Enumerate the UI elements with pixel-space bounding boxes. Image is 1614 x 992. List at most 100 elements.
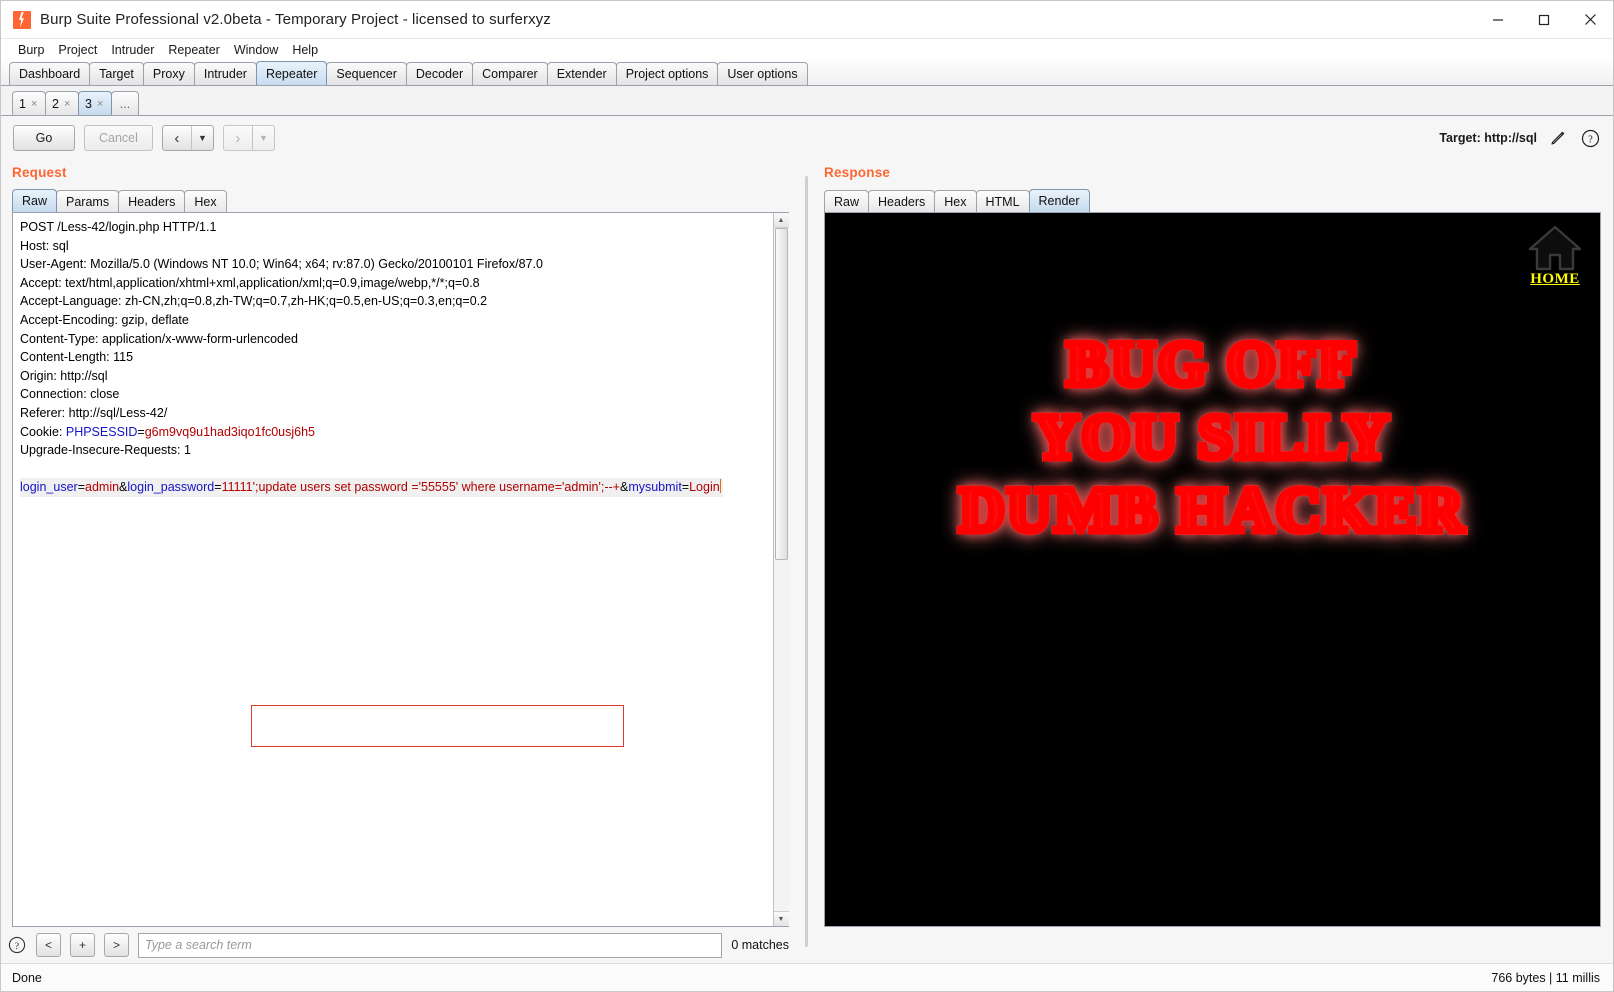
tab-dashboard[interactable]: Dashboard [9,62,91,85]
menu-item-project[interactable]: Project [51,41,104,59]
response-bottom-spacer [811,927,1613,963]
cancel-button: Cancel [84,125,153,151]
request-line: Accept-Language: zh-CN,zh;q=0.8,zh-TW;q=… [20,294,488,309]
response-tab-render[interactable]: Render [1028,189,1090,212]
pencil-icon[interactable] [1547,127,1569,149]
main-tab-bar: Dashboard Target Proxy Intruder Repeater… [1,61,1613,86]
request-vertical-scrollbar[interactable]: ▲ ▼ [773,213,789,926]
tab-project-options[interactable]: Project options [615,62,719,85]
search-next-button[interactable]: > [104,933,129,957]
request-line: Content-Length: 115 [20,350,134,365]
question-circle-icon[interactable]: ? [7,935,27,955]
param-login-user-key: login_user [20,480,78,495]
request-response-panes: Request Raw Params Headers Hex POST /Les… [1,160,1613,963]
tab-proxy[interactable]: Proxy [142,62,195,85]
request-tab-params[interactable]: Params [56,190,120,212]
request-search-bar: ? < + > 0 matches [1,927,801,963]
tab-repeater[interactable]: Repeater [255,61,328,85]
param-mysubmit-value: Login [689,480,720,495]
repeater-tab-new[interactable]: ... [111,91,139,115]
window-title: Burp Suite Professional v2.0beta - Tempo… [40,11,551,28]
banner-line-2: YOU SILLY [1032,404,1391,470]
tab-intruder[interactable]: Intruder [193,62,257,85]
banner-line-1: BUG OFF [1065,331,1359,397]
response-tab-html[interactable]: HTML [975,190,1030,212]
request-editor[interactable]: POST /Less-42/login.php HTTP/1.1 Host: s… [13,213,773,926]
home-icon [1528,225,1582,271]
repeater-toolbar: Go Cancel ‹ ▼ › ▼ Target: http://sql ? [1,116,1613,160]
cookie-line: Cookie: PHPSESSID=g6m9vq9u1had3iqo1fc0us… [20,425,315,439]
request-pane: Request Raw Params Headers Hex POST /Les… [1,160,801,963]
search-add-button[interactable]: + [70,933,95,957]
response-tab-bar: Raw Headers Hex HTML Render [811,187,1613,212]
request-line: Upgrade-Insecure-Requests: 1 [20,443,191,458]
title-bar-left: Burp Suite Professional v2.0beta - Tempo… [1,10,1475,29]
chevron-right-icon: › [235,129,241,147]
repeater-tab-bar: 1 × 2 × 3 × ... [1,86,1613,116]
response-tab-headers[interactable]: Headers [868,190,936,212]
param-mysubmit-key: mysubmit [628,480,682,495]
request-line: Accept-Encoding: gzip, deflate [20,312,189,327]
search-prev-button[interactable]: < [36,933,61,957]
response-render-view[interactable]: HOME BUG OFF YOU SILLY DUMB HACKER [824,212,1601,927]
response-tab-raw[interactable]: Raw [824,190,870,212]
tab-target[interactable]: Target [89,62,144,85]
forward-button: › ▼ [222,125,275,151]
scroll-track[interactable] [773,228,789,911]
request-line: Referer: http://sql/Less-42/ [20,405,168,420]
request-tab-headers[interactable]: Headers [118,190,186,212]
scroll-thumb[interactable] [774,228,788,560]
repeater-tab-2[interactable]: 2 × [45,91,79,115]
scroll-up-icon[interactable]: ▲ [773,213,789,228]
param-login-password-value: 11111';update users set password ='55555… [221,480,620,495]
menu-item-window[interactable]: Window [227,41,285,59]
go-button[interactable]: Go [13,125,75,151]
question-circle-icon[interactable]: ? [1579,127,1601,149]
back-button[interactable]: ‹ ▼ [161,125,214,151]
close-icon[interactable]: × [31,98,37,110]
menu-item-help[interactable]: Help [285,41,325,59]
repeater-tab-3[interactable]: 3 × [78,91,112,115]
close-icon[interactable] [1567,1,1613,39]
banner-line-3: DUMB HACKER [958,477,1466,543]
request-tab-raw[interactable]: Raw [12,189,58,212]
menu-item-repeater[interactable]: Repeater [161,41,226,59]
status-left-label: Done [12,970,42,985]
response-tab-hex[interactable]: Hex [934,190,977,212]
request-line: Accept: text/html,application/xhtml+xml,… [20,275,480,290]
tab-extender[interactable]: Extender [546,62,617,85]
tab-decoder[interactable]: Decoder [405,62,474,85]
request-line: Content-Type: application/x-www-form-url… [20,331,298,346]
tab-comparer[interactable]: Comparer [472,62,548,85]
param-eq: = [77,480,85,495]
scroll-down-icon[interactable]: ▼ [773,911,789,926]
menu-item-burp[interactable]: Burp [11,41,51,59]
repeater-tab-2-label: 2 [52,96,59,111]
close-icon[interactable]: × [64,98,70,110]
tab-user-options[interactable]: User options [717,62,808,85]
request-editor-wrap: POST /Less-42/login.php HTTP/1.1 Host: s… [12,212,789,927]
burp-suite-window: Burp Suite Professional v2.0beta - Tempo… [0,0,1614,992]
minimize-icon[interactable] [1475,1,1521,39]
svg-text:?: ? [15,941,19,952]
title-bar: Burp Suite Professional v2.0beta - Tempo… [1,1,1613,39]
repeater-tab-3-label: 3 [85,96,92,111]
menu-item-intruder[interactable]: Intruder [104,41,161,59]
response-title: Response [824,165,891,180]
request-body-line: login_user=admin&login_password=11111';u… [20,478,723,497]
cookie-label: Cookie: [20,424,66,439]
home-link-label[interactable]: HOME [1530,272,1580,287]
tab-sequencer[interactable]: Sequencer [326,62,407,85]
menu-bar: Burp Project Intruder Repeater Window He… [1,39,1613,61]
chevron-down-icon[interactable]: ▼ [190,126,213,150]
request-tab-hex[interactable]: Hex [184,190,227,212]
cookie-value: g6m9vq9u1had3iqo1fc0usj6h5 [144,424,316,439]
repeater-tab-1[interactable]: 1 × [12,91,46,115]
home-link[interactable]: HOME [1526,223,1584,287]
search-input[interactable] [138,932,723,958]
chevron-left-icon[interactable]: ‹ [163,126,191,150]
close-icon[interactable]: × [97,98,103,110]
maximize-icon[interactable] [1521,1,1567,39]
repeater-tab-1-label: 1 [19,96,26,111]
pane-splitter[interactable] [801,160,811,963]
